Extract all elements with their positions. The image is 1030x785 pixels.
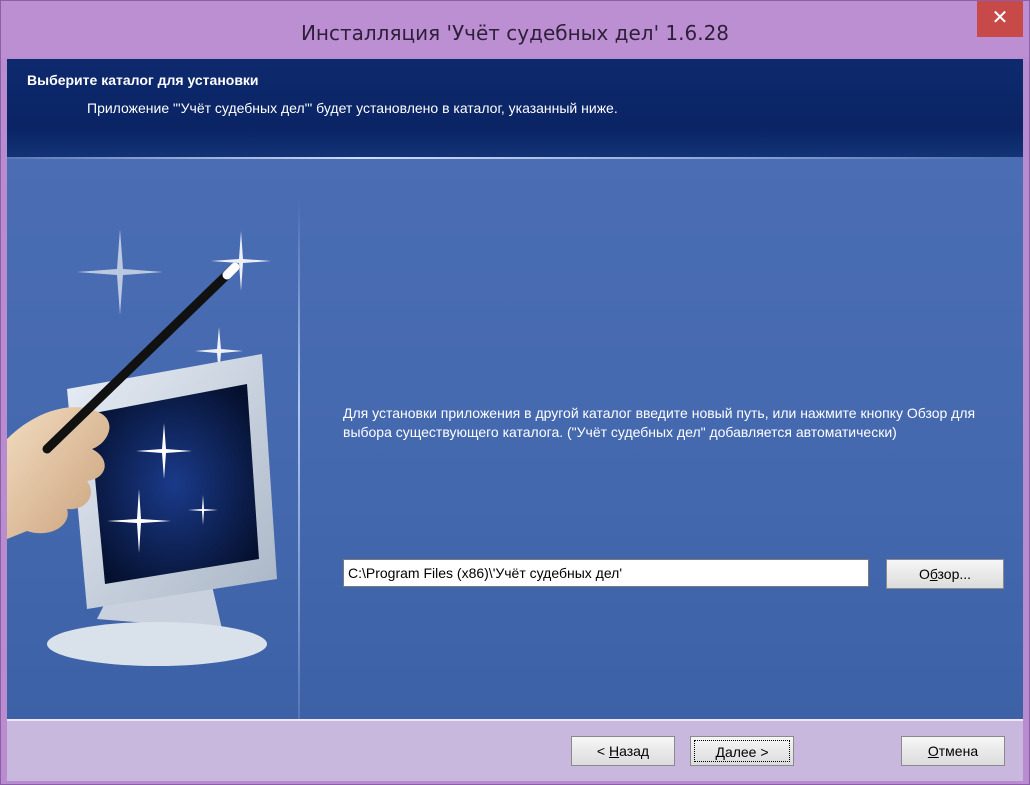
installer-window: Инсталляция 'Учёт судебных дел' 1.6.28 ✕… [0,0,1030,785]
next-button[interactable]: Далее > [690,736,794,766]
wizard-client-area: Выберите каталог для установки Приложени… [7,59,1023,781]
vertical-divider [298,199,300,719]
wizard-content: Для установки приложения в другой катало… [7,159,1023,719]
wizard-header: Выберите каталог для установки Приложени… [7,59,1023,157]
cancel-label-accel: О [927,743,939,759]
next-label-end: алее > [724,744,769,760]
sparkle-icon [77,229,271,375]
focus-rectangle: Далее > [694,740,790,762]
install-path-input[interactable] [343,559,869,587]
wizard-footer: < Назад Далее > Отмена [7,719,1023,781]
cancel-button[interactable]: Отмена [901,736,1005,766]
window-title: Инсталляция 'Учёт судебных дел' 1.6.28 [300,21,730,45]
back-button[interactable]: < Назад [571,736,675,766]
next-label-accel: Д [715,744,725,760]
title-bar[interactable]: Инсталляция 'Учёт судебных дел' 1.6.28 ✕ [1,1,1029,57]
browse-label-accel: б [929,566,938,582]
step-title: Выберите каталог для установки [27,72,259,88]
browse-label-end: зор... [937,566,972,582]
back-label-start: < [596,743,609,759]
browse-button[interactable]: Обзор... [886,559,1004,589]
close-button[interactable]: ✕ [977,1,1023,37]
footer-divider [7,719,1023,721]
browse-label-start: О [918,566,930,582]
close-icon: ✕ [991,7,1009,29]
back-label-accel: Н [608,743,620,759]
instructions-text: Для установки приложения в другой катало… [343,405,976,440]
back-label-end: азад [619,743,650,759]
step-subtitle: Приложение "'Учёт судебных дел'" будет у… [87,100,618,116]
magic-wand-monitor-illustration [7,229,277,666]
cancel-label-end: тмена [938,743,979,759]
